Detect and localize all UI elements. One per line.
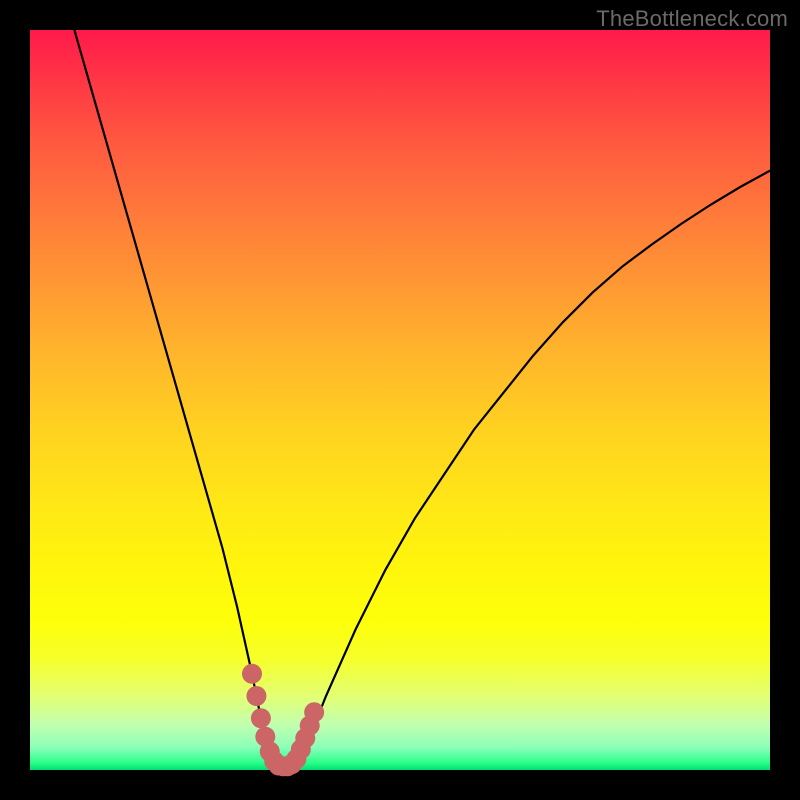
optimal-marker (251, 708, 271, 728)
bottleneck-curve (74, 30, 770, 766)
optimal-marker (242, 664, 262, 684)
optimal-marker (246, 686, 266, 706)
chart-frame: TheBottleneck.com (0, 0, 800, 800)
plot-area (30, 30, 770, 770)
optimal-marker (304, 702, 324, 722)
watermark-text: TheBottleneck.com (596, 6, 788, 32)
chart-svg (30, 30, 770, 770)
optimal-range-markers (242, 664, 324, 777)
